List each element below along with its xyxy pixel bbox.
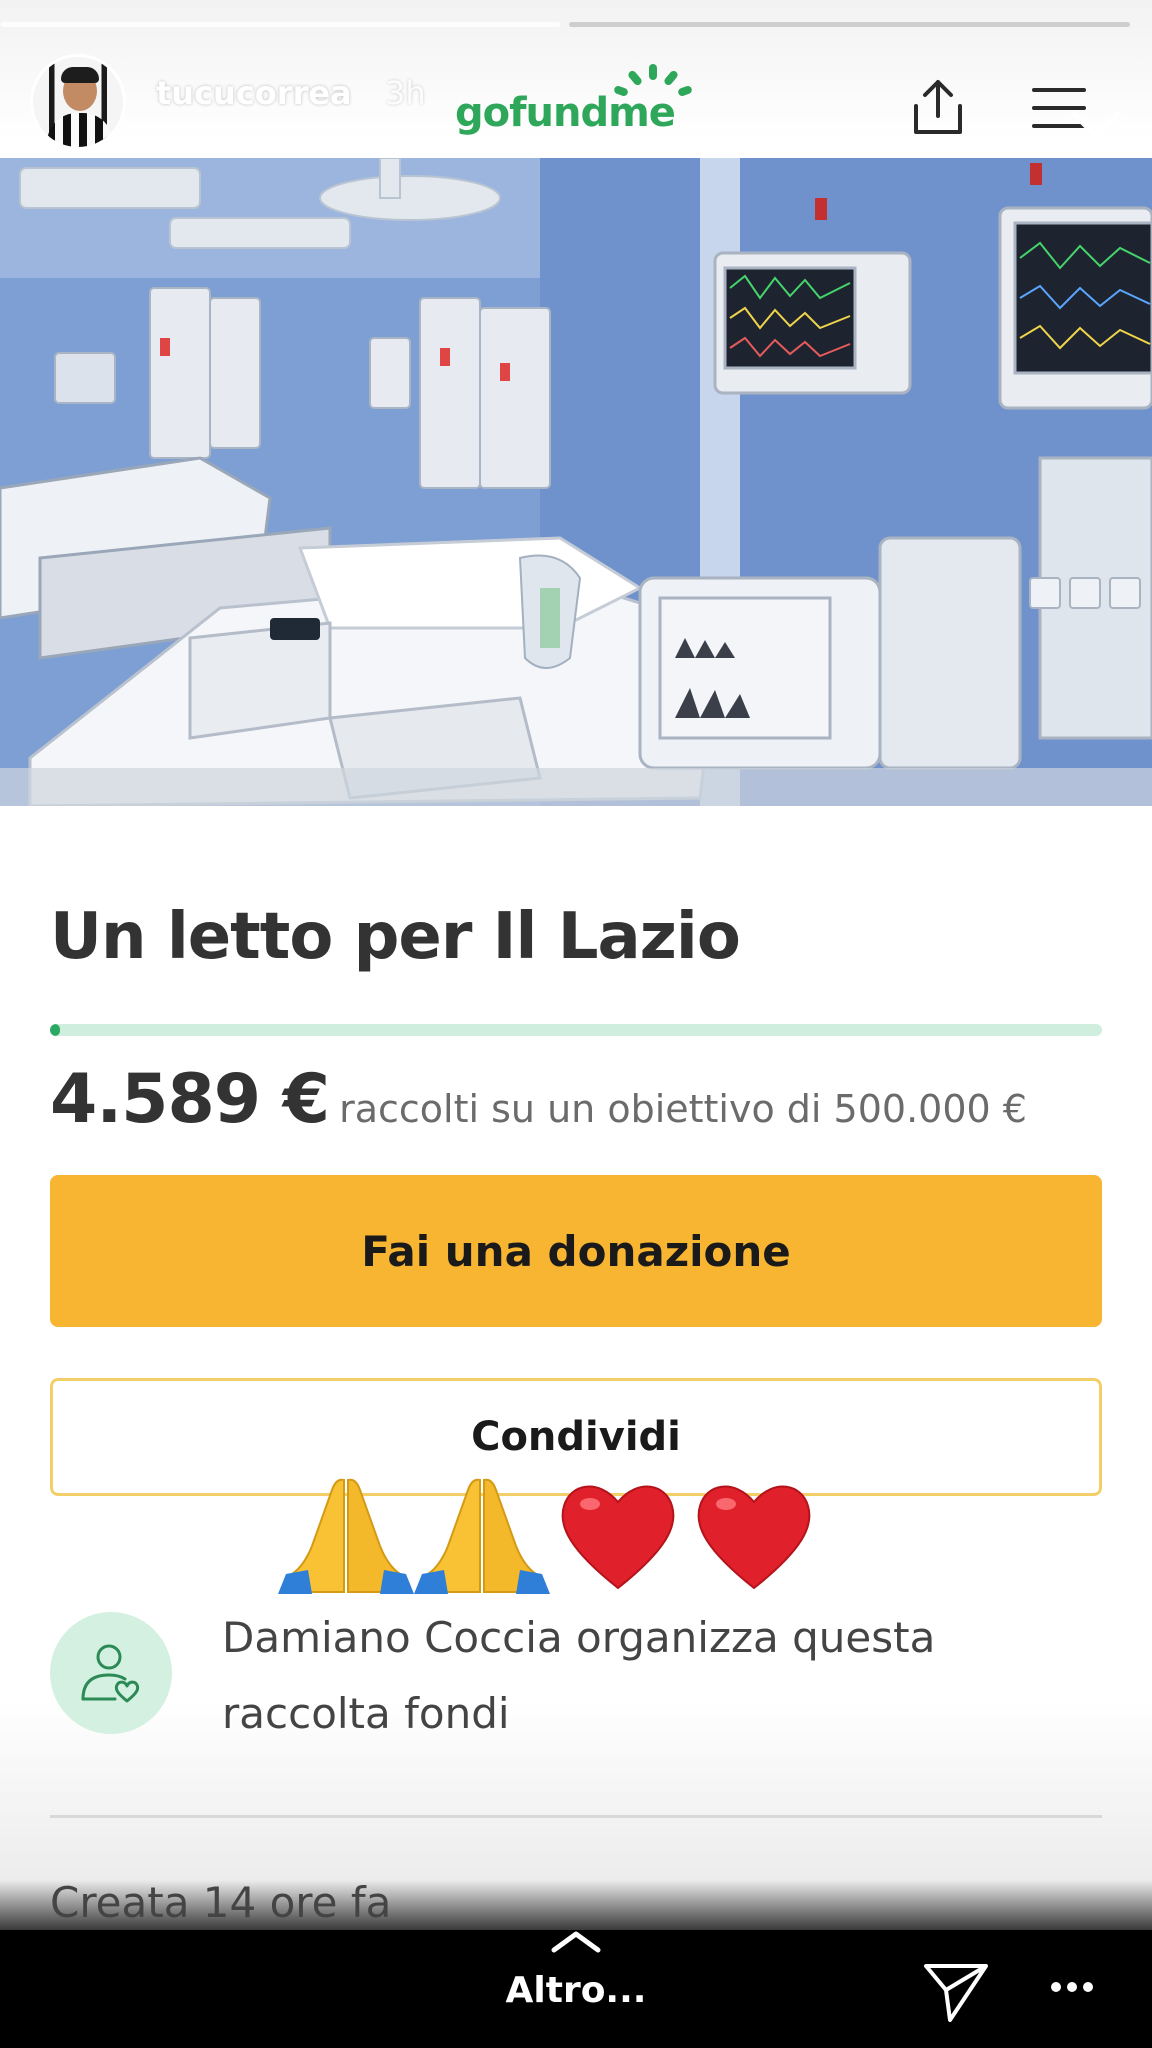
sun-rays-icon <box>614 64 692 97</box>
story-header: tucucorrea 3h gofundme <box>0 40 1152 161</box>
avatar[interactable] <box>30 54 126 150</box>
sticker-row <box>278 1470 822 1594</box>
organizer-text: Damiano Coccia organizza questa raccolta… <box>222 1613 936 1738</box>
raised-amount: 4.589 € <box>50 1060 330 1139</box>
folded-hands-icon <box>414 1478 550 1594</box>
funding-progress-fill <box>50 1024 60 1036</box>
instagram-story: tucucorrea 3h gofundme Un letto per Il L… <box>0 0 1152 2048</box>
goal-text: raccolti su un obiettivo di 500.000 € <box>339 1087 1027 1131</box>
more-options-icon[interactable] <box>1050 1980 1094 1994</box>
story-progress-segment <box>0 22 561 27</box>
story-progress-segment <box>569 22 1130 27</box>
send-icon[interactable] <box>922 1960 990 2024</box>
username[interactable]: tucucorrea <box>156 74 352 112</box>
funding-progress-bar <box>50 1024 1102 1036</box>
upload-icon[interactable] <box>910 78 966 136</box>
created-date: Creata 14 ore fa <box>50 1878 392 1927</box>
fundraiser-photo <box>0 158 1152 806</box>
story-progress <box>0 22 1130 27</box>
icu-room-illustration <box>0 158 1152 806</box>
timestamp: 3h <box>385 74 426 112</box>
organizer-avatar <box>50 1612 172 1734</box>
raised-summary: 4.589 € raccolti su un obiettivo di 500.0… <box>50 1060 1027 1139</box>
close-icon[interactable] <box>1070 110 1122 162</box>
user-heart-icon <box>81 1644 140 1703</box>
chevron-up-icon[interactable] <box>550 1928 602 1954</box>
donate-button[interactable]: Fai una donazione <box>50 1175 1102 1327</box>
red-heart-icon <box>697 1485 811 1590</box>
red-heart-icon <box>561 1485 675 1590</box>
divider <box>50 1815 1102 1818</box>
folded-hands-icon <box>278 1478 414 1594</box>
fundraiser-title: Un letto per Il Lazio <box>50 900 741 974</box>
